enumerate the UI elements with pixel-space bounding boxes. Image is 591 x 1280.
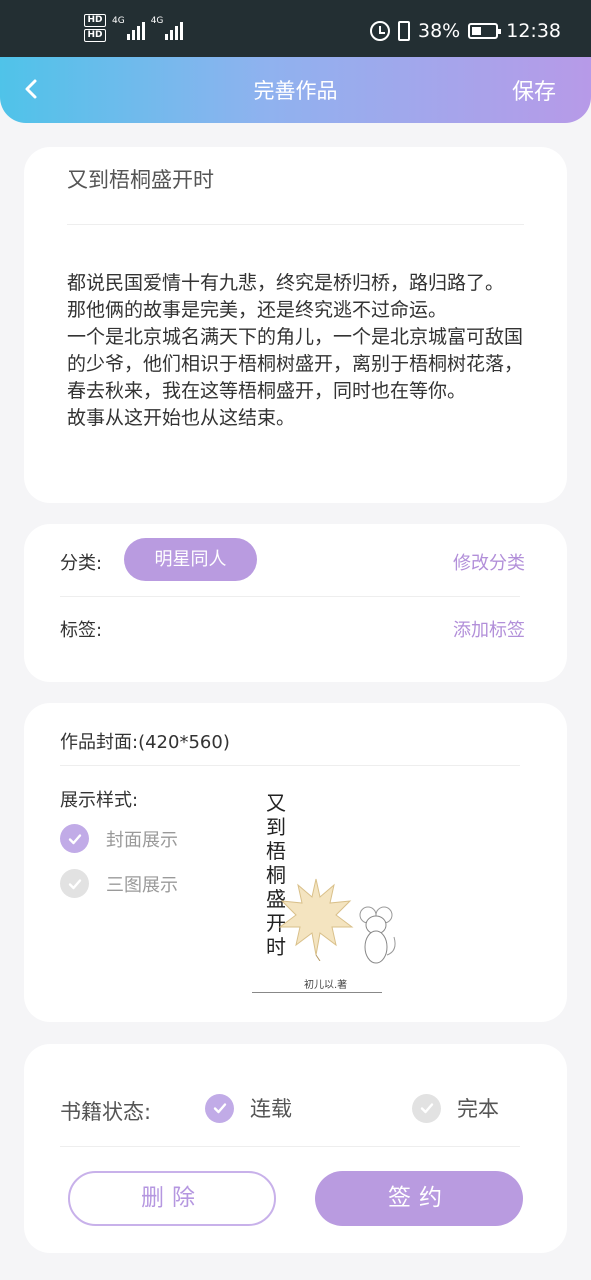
category-card: 分类: 明星同人 修改分类 标签: 添加标签 bbox=[24, 524, 567, 682]
check-circle-icon bbox=[205, 1093, 234, 1123]
app-header: 完善作品 保存 bbox=[0, 57, 591, 123]
cover-card: 作品封面:(420*560) 展示样式: 封面展示 三图展示 又到梧桐盛开时 初… bbox=[24, 703, 567, 1022]
check-circle-icon bbox=[412, 1093, 441, 1123]
hd-badge-bottom: HD bbox=[84, 29, 106, 42]
display-option-label: 封面展示 bbox=[106, 829, 178, 851]
work-title-input[interactable]: 又到梧桐盛开时 bbox=[67, 164, 214, 194]
cover-baseline bbox=[252, 992, 382, 993]
divider bbox=[60, 765, 520, 766]
add-tag-link[interactable]: 添加标签 bbox=[453, 616, 525, 642]
vibrate-icon bbox=[398, 21, 410, 41]
signal-bars-icon bbox=[165, 18, 184, 40]
delete-button[interactable]: 删除 bbox=[68, 1171, 276, 1226]
status-option-serializing[interactable]: 连载 bbox=[205, 1093, 292, 1123]
cover-image[interactable]: 又到梧桐盛开时 初儿以.著 bbox=[246, 781, 422, 999]
display-option-three[interactable]: 三图展示 bbox=[60, 869, 178, 898]
book-status-label: 书籍状态: bbox=[60, 1100, 152, 1124]
save-button[interactable]: 保存 bbox=[512, 74, 556, 106]
cover-image-author: 初儿以.著 bbox=[304, 980, 348, 991]
display-option-cover[interactable]: 封面展示 bbox=[60, 824, 178, 853]
cover-size: (420*560) bbox=[138, 732, 230, 753]
battery-icon bbox=[468, 23, 502, 39]
synopsis-textarea[interactable]: 都说民国爱情十有九悲，终究是桥归桥，路归路了。 那他俩的故事是完美，还是终究逃不… bbox=[67, 270, 537, 432]
maple-leaf-illustration bbox=[278, 878, 354, 961]
status-right: 38% 12:38 bbox=[370, 20, 561, 42]
sign-button[interactable]: 签约 bbox=[315, 1171, 523, 1226]
hd-badge-top: HD bbox=[84, 14, 106, 27]
divider bbox=[60, 1146, 520, 1147]
signal-group: HD HD 4G 4G bbox=[84, 14, 184, 42]
display-style-label: 展示样式: bbox=[60, 790, 139, 811]
divider bbox=[67, 224, 524, 225]
display-option-label: 三图展示 bbox=[106, 874, 178, 896]
status-option-label: 完本 bbox=[457, 1097, 499, 1121]
mouse-illustration bbox=[359, 906, 396, 964]
cover-label: 作品封面: bbox=[60, 732, 139, 753]
signal-bars-icon bbox=[126, 18, 145, 40]
status-option-completed[interactable]: 完本 bbox=[412, 1093, 499, 1123]
check-circle-icon bbox=[60, 824, 89, 853]
book-status-card: 书籍状态: 连载 完本 删除 签约 bbox=[24, 1044, 567, 1253]
alarm-icon bbox=[370, 21, 390, 41]
divider bbox=[60, 596, 520, 597]
signal-1: 4G bbox=[112, 14, 145, 40]
network-type-1: 4G bbox=[112, 16, 125, 26]
hd-indicators: HD HD bbox=[84, 14, 106, 42]
clock: 12:38 bbox=[506, 20, 561, 42]
category-chip[interactable]: 明星同人 bbox=[124, 538, 257, 581]
cover-label-row: 作品封面:(420*560) bbox=[60, 728, 230, 754]
edit-category-link[interactable]: 修改分类 bbox=[453, 549, 525, 575]
status-option-label: 连载 bbox=[250, 1097, 292, 1121]
page-title: 完善作品 bbox=[253, 79, 338, 103]
check-circle-icon bbox=[60, 869, 89, 898]
tags-label: 标签: bbox=[60, 620, 103, 641]
category-label: 分类: bbox=[60, 553, 103, 574]
battery-percent: 38% bbox=[418, 20, 461, 42]
work-info-card: 又到梧桐盛开时 都说民国爱情十有九悲，终究是桥归桥，路归路了。 那他俩的故事是完… bbox=[24, 147, 567, 503]
signal-2: 4G bbox=[151, 14, 184, 40]
network-type-2: 4G bbox=[150, 16, 164, 26]
